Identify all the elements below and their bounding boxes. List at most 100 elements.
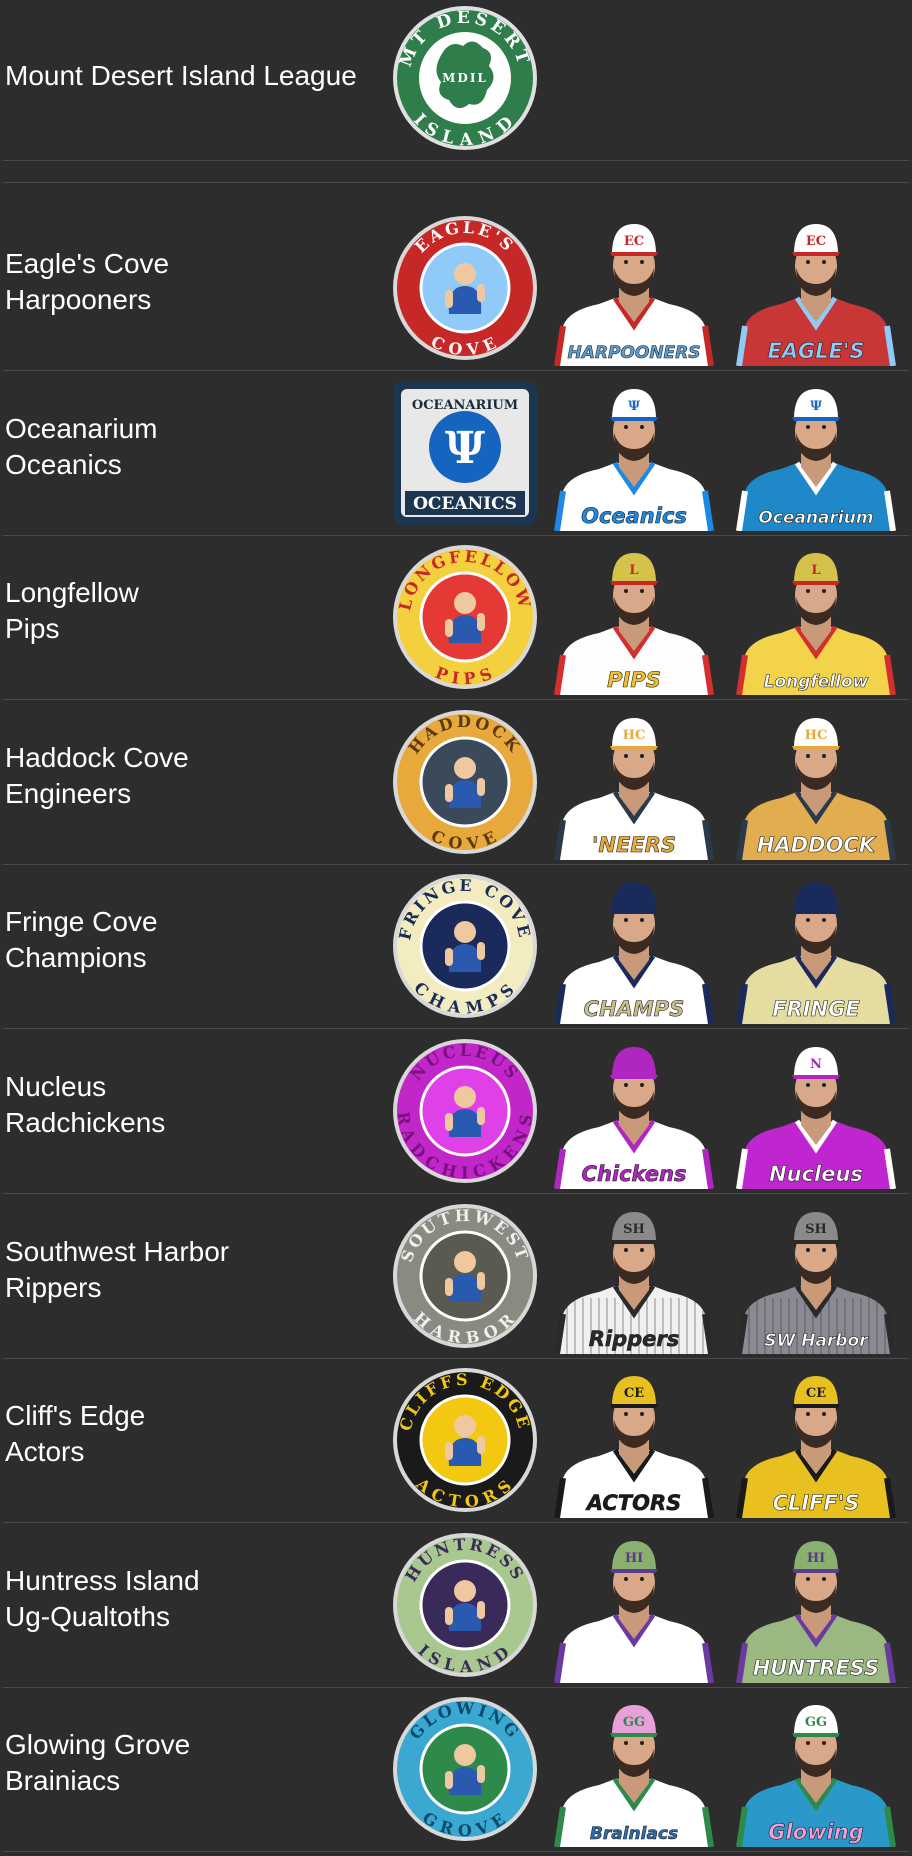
eye-right xyxy=(640,1083,644,1087)
logo-top-text: OCEANARIUM xyxy=(412,398,518,413)
cap-brim xyxy=(792,910,840,914)
jersey-script: Oceanarium xyxy=(758,508,873,528)
cap-logo: N xyxy=(810,1057,822,1072)
cap-logo: EC xyxy=(806,234,826,249)
jersey-script: PIPS xyxy=(607,668,661,692)
cap-brim xyxy=(792,581,840,585)
eye-right xyxy=(640,1741,644,1745)
team-logo: HADDOCKCOVE xyxy=(393,710,537,854)
cap-logo: HI xyxy=(625,1551,643,1566)
eye-right xyxy=(640,1577,644,1581)
team-row: Fringe Cove Champions FRINGE COVE CHAMPS FC C… xyxy=(3,864,909,1029)
league-name-text: Mount Desert Island League xyxy=(5,60,357,91)
eye-left xyxy=(624,1741,628,1745)
team-name: Fringe Cove Champions xyxy=(5,904,158,976)
eye-right xyxy=(640,260,644,264)
away-uniform-player: CE CLIFF'S xyxy=(736,1376,896,1518)
team-name: Eagle's Cove Harpooners xyxy=(5,246,169,318)
team-row: Haddock Cove Engineers HADDOCK COVE HC 'NEERS… xyxy=(3,700,909,865)
team-city: Fringe Cove xyxy=(5,906,158,937)
cap-brim xyxy=(610,581,658,585)
eye-left xyxy=(806,260,810,264)
team-city: Cliff's Edge xyxy=(5,1400,146,1431)
eye-left xyxy=(806,754,810,758)
cap-logo: FC xyxy=(806,892,826,907)
jersey-script: EAGLE'S xyxy=(767,339,864,363)
eye-left xyxy=(624,425,628,429)
team-city: Glowing Grove xyxy=(5,1729,191,1760)
jersey-script: Rippers xyxy=(589,1327,680,1351)
jersey-script: Chickens xyxy=(582,1162,687,1186)
home-uniform-player: EC HARPOONERS xyxy=(554,224,714,366)
jersey-script: HADDOCK xyxy=(757,833,877,857)
jersey-script: Nucleus xyxy=(769,1162,863,1186)
eye-right xyxy=(640,754,644,758)
eye-right xyxy=(822,425,826,429)
eye-left xyxy=(806,1248,810,1252)
away-uniform-player: GG Glowing xyxy=(736,1705,896,1847)
cap-logo: N xyxy=(628,1057,640,1072)
eye-right xyxy=(822,1412,826,1416)
home-uniform-player: CE ACTORS xyxy=(554,1376,714,1518)
cap-logo: EC xyxy=(624,234,644,249)
team-row: Glowing Grove Brainiacs GLOWING GROVE GG Brai… xyxy=(3,1687,909,1852)
eye-left xyxy=(624,918,628,922)
eye-left xyxy=(806,1083,810,1087)
cap-logo: L xyxy=(629,563,638,578)
cap-brim xyxy=(792,252,840,256)
cap-logo: CE xyxy=(624,1386,644,1401)
eye-left xyxy=(806,425,810,429)
home-uniform-player: N Chickens xyxy=(554,1047,714,1189)
home-uniform-player: GG Brainiacs xyxy=(554,1705,714,1847)
team-city: Oceanarium xyxy=(5,413,158,444)
away-uniform-player: Ψ Oceanarium xyxy=(736,389,896,531)
team-logo: OCEANARIUM OCEANICS Ψ xyxy=(393,381,537,525)
team-logo: SOUTHWESTHARBOR xyxy=(393,1204,537,1348)
jersey-script: Glowing xyxy=(768,1820,863,1844)
team-nickname: Brainiacs xyxy=(5,1765,121,1796)
team-row: Cliff's Edge Actors CLIFFS EDGE ACTORS CE ACT… xyxy=(3,1358,909,1523)
eye-right xyxy=(822,1248,826,1252)
divider xyxy=(3,182,909,183)
team-nickname: Rippers xyxy=(5,1272,102,1303)
team-row: Eagle's Cove Harpooners EAGLE'S COVE EC HARPO… xyxy=(3,206,909,371)
eye-left xyxy=(624,1248,628,1252)
cap-brim xyxy=(792,1240,840,1244)
jersey-script: ACTORS xyxy=(585,1491,682,1515)
eye-right xyxy=(822,589,826,593)
cap-brim xyxy=(610,252,658,256)
team-logo: FRINGE COVECHAMPS xyxy=(393,874,537,1018)
eye-left xyxy=(624,1083,628,1087)
jersey-script: HUNTRESS xyxy=(753,1656,880,1680)
jersey-script: SW Harbor xyxy=(764,1331,869,1351)
jersey-script: CLIFF'S xyxy=(773,1491,860,1515)
eye-right xyxy=(640,589,644,593)
eye-left xyxy=(806,1412,810,1416)
cap-brim xyxy=(610,1075,658,1079)
jersey-script: Brainiacs xyxy=(590,1824,678,1844)
eye-left xyxy=(806,1577,810,1581)
away-uniform-player: HI HUNTRESS xyxy=(736,1541,896,1683)
team-name: Nucleus Radchickens xyxy=(5,1069,165,1141)
cap-logo: FC xyxy=(624,892,644,907)
cap-brim xyxy=(792,1569,840,1573)
away-uniform-player: HC HADDOCK xyxy=(736,718,896,860)
home-uniform-player: Ψ Oceanics xyxy=(554,389,714,531)
eye-left xyxy=(624,589,628,593)
jersey-script: FRINGE xyxy=(772,997,860,1021)
cap-brim xyxy=(792,1075,840,1079)
team-logo: HUNTRESSISLAND xyxy=(393,1533,537,1677)
eye-left xyxy=(806,918,810,922)
eye-right xyxy=(640,918,644,922)
eye-right xyxy=(822,1083,826,1087)
eye-right xyxy=(640,425,644,429)
eye-left xyxy=(624,260,628,264)
cap-brim xyxy=(610,1404,658,1408)
eye-right xyxy=(640,1248,644,1252)
away-uniform-player: SH SW Harbor xyxy=(736,1212,896,1354)
cap-logo: GG xyxy=(623,1715,645,1730)
cap-logo: Ψ xyxy=(628,399,640,414)
jersey-script: Oceanics xyxy=(581,504,687,528)
team-nickname: Harpooners xyxy=(5,284,152,315)
team-row: Southwest Harbor Rippers SOUTHWEST HARBOR SH… xyxy=(3,1194,909,1359)
